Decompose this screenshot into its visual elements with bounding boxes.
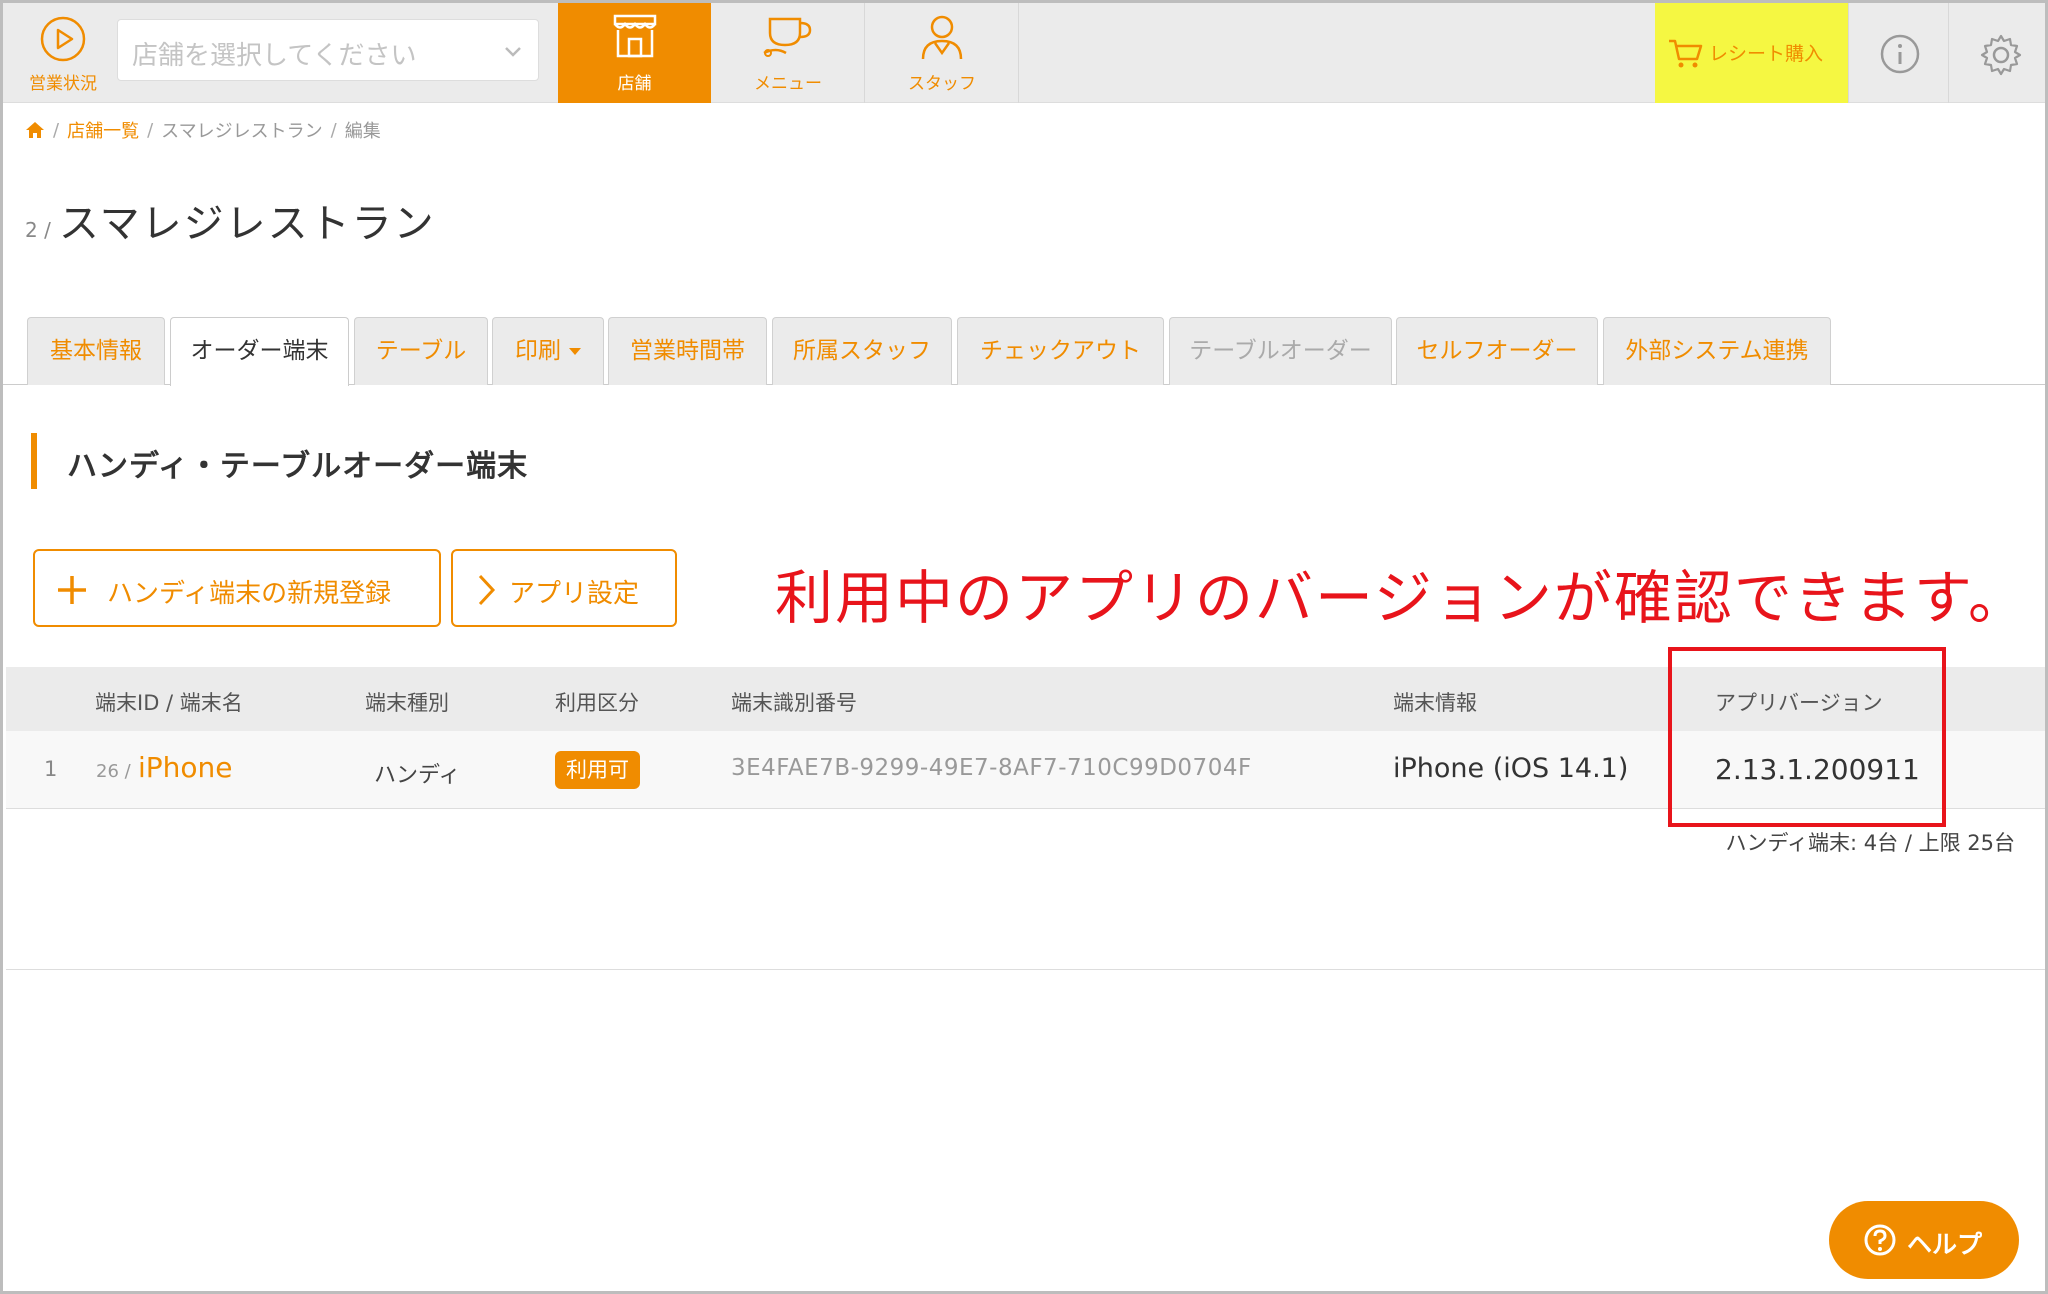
caret-down-icon xyxy=(569,348,581,355)
terminal-id: 26 / xyxy=(96,761,131,782)
info-icon xyxy=(1880,34,1920,74)
version-highlight-box xyxy=(1668,647,1946,827)
content-divider xyxy=(6,969,2045,970)
breadcrumb-separator: / xyxy=(53,119,60,141)
breadcrumb-separator: / xyxy=(330,119,337,141)
col-header-terminal-info: 端末情報 xyxy=(1393,691,1477,715)
add-handy-terminal-button[interactable]: ハンディ端末の新規登録 xyxy=(33,549,441,627)
settings-button[interactable] xyxy=(1948,3,2045,103)
tab-label: 基本情報 xyxy=(50,338,142,364)
annotation-text: 利用中のアプリのバージョンが確認できます。 xyxy=(775,564,2029,632)
help-label: ヘルプ xyxy=(1907,1230,1983,1259)
menu-cup-icon xyxy=(763,17,812,57)
terminal-identifier: 3E4FAE7B-9299-49E7-8AF7-710C99D0704F xyxy=(731,755,1252,781)
app-settings-label: アプリ設定 xyxy=(509,579,640,609)
tab-label: 外部システム連携 xyxy=(1625,338,1809,364)
chevron-right-icon xyxy=(478,574,496,606)
col-header-terminal-id: 端末ID / 端末名 xyxy=(95,691,243,715)
app-window: 営業状況 店舗を選択してください 店舗 メニュー スタッフ レシート購入 / 店… xyxy=(0,0,2048,1294)
tab-table[interactable]: テーブル xyxy=(354,317,488,385)
tab-basic-info[interactable]: 基本情報 xyxy=(27,317,165,385)
store-id: 2 / xyxy=(25,218,51,242)
tab-label: オーダー端末 xyxy=(190,338,329,364)
page-title-row: 2 / スマレジレストラン xyxy=(25,191,436,249)
tab-label: チェックアウト xyxy=(980,338,1141,364)
nav-tab-staff[interactable]: スタッフ xyxy=(866,3,1019,103)
receipt-purchase-label: レシート購入 xyxy=(1709,43,1824,65)
store-tabs: 基本情報 オーダー端末 テーブル 印刷 営業時間帯 所属スタッフ チェックアウト… xyxy=(3,317,2045,386)
tab-label: テーブル xyxy=(375,338,467,364)
store-select-placeholder: 店舗を選択してください xyxy=(132,41,417,71)
top-nav: 営業状況 店舗を選択してください 店舗 メニュー スタッフ レシート購入 xyxy=(3,3,2045,103)
nav-tab-menu[interactable]: メニュー xyxy=(712,3,865,103)
tab-label: 営業時間帯 xyxy=(630,338,745,364)
breadcrumb-store-name: スマレジレストラン xyxy=(161,121,323,142)
business-status-label: 営業状況 xyxy=(29,74,97,94)
col-header-terminal-type: 端末種別 xyxy=(365,691,449,715)
business-status-button[interactable]: 営業状況 xyxy=(21,13,105,97)
status-badge: 利用可 xyxy=(555,751,640,789)
breadcrumb-edit: 編集 xyxy=(344,121,381,142)
tab-print[interactable]: 印刷 xyxy=(492,317,604,385)
tab-checkout[interactable]: チェックアウト xyxy=(957,317,1164,385)
app-settings-button[interactable]: アプリ設定 xyxy=(451,549,677,627)
nav-tab-store[interactable]: 店舗 xyxy=(558,3,711,103)
breadcrumb: / 店舗一覧 / スマレジレストラン / 編集 xyxy=(25,117,381,143)
help-button[interactable]: ヘルプ xyxy=(1829,1201,2019,1279)
receipt-purchase-button[interactable]: レシート購入 xyxy=(1655,3,1848,103)
col-header-identifier: 端末識別番号 xyxy=(731,691,857,715)
terminal-info: iPhone (iOS 14.1) xyxy=(1393,753,1629,784)
breadcrumb-separator: / xyxy=(147,119,154,141)
gear-icon xyxy=(1980,34,2022,76)
add-handy-terminal-label: ハンディ端末の新規登録 xyxy=(107,579,392,609)
tab-staff[interactable]: 所属スタッフ xyxy=(772,317,952,385)
terminal-name-link[interactable]: iPhone xyxy=(138,751,233,784)
nav-tab-store-label: 店舗 xyxy=(617,74,652,94)
cart-icon xyxy=(1669,39,1703,68)
tab-label: 所属スタッフ xyxy=(793,338,931,364)
chevron-down-icon xyxy=(505,47,521,57)
tab-label: 印刷 xyxy=(515,338,561,364)
info-button[interactable] xyxy=(1848,3,1948,103)
nav-tab-staff-label: スタッフ xyxy=(908,74,976,94)
store-icon xyxy=(613,14,656,58)
breadcrumb-store-list[interactable]: 店舗一覧 xyxy=(67,117,139,143)
terminal-type: ハンディ xyxy=(374,763,461,788)
nav-tab-menu-label: メニュー xyxy=(754,74,822,94)
tab-self-order[interactable]: セルフオーダー xyxy=(1396,317,1598,385)
tab-label: テーブルオーダー xyxy=(1189,338,1372,364)
tab-table-order: テーブルオーダー xyxy=(1169,317,1392,385)
tab-label: セルフオーダー xyxy=(1416,338,1578,364)
tab-order-terminal[interactable]: オーダー端末 xyxy=(170,317,349,386)
staff-icon xyxy=(921,15,963,60)
section-accent-bar xyxy=(31,433,37,489)
col-header-usage: 利用区分 xyxy=(555,691,639,715)
question-circle-icon xyxy=(1864,1224,1896,1256)
store-select[interactable]: 店舗を選択してください xyxy=(117,19,539,81)
row-number: 1 xyxy=(44,757,58,781)
page-title: スマレジレストラン xyxy=(58,201,436,247)
plus-icon xyxy=(58,576,86,604)
section-title: ハンディ・テーブルオーダー端末 xyxy=(67,449,529,484)
play-circle-icon xyxy=(40,16,86,62)
tab-external-integration[interactable]: 外部システム連携 xyxy=(1603,317,1831,385)
home-icon[interactable] xyxy=(25,121,45,139)
tab-business-hours[interactable]: 営業時間帯 xyxy=(608,317,767,385)
terminal-count: ハンディ端末: 4台 / 上限 25台 xyxy=(1725,831,2015,855)
